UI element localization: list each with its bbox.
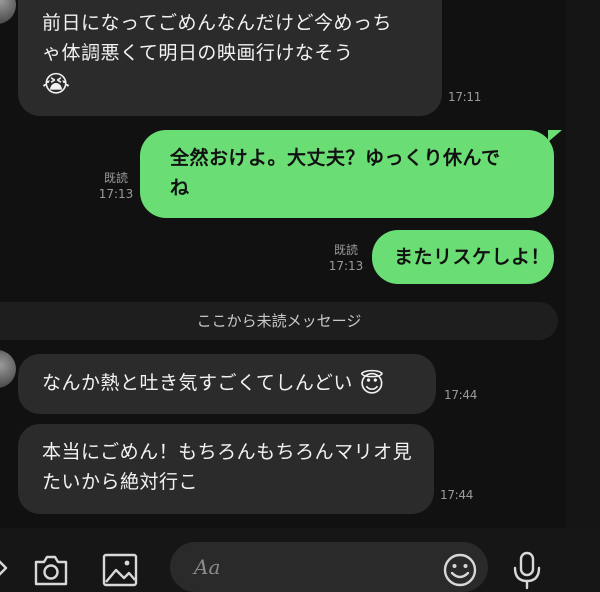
message-line: たいから絶対行こ bbox=[42, 471, 199, 493]
message-line: またリスケしよ！ bbox=[394, 246, 551, 268]
message-time: 17:44 bbox=[444, 388, 478, 402]
avatar[interactable] bbox=[0, 350, 16, 388]
message-bubble-received[interactable]: 前日になってごめんなんだけど今めっち ゃ体調悪くて明日の映画行けなそう 😭 bbox=[18, 0, 442, 116]
message-line: ゃ体調悪くて明日の映画行けなそう bbox=[42, 42, 354, 64]
image-icon[interactable] bbox=[100, 552, 140, 588]
smiling-face-with-halo-emoji: 😇 bbox=[359, 369, 385, 398]
bubble-tail bbox=[548, 130, 562, 142]
chat-screen: 前日になってごめんなんだけど今めっち ゃ体調悪くて明日の映画行けなそう 😭 17… bbox=[0, 0, 600, 592]
message-line: なんか熱と吐き気すごくてしんどい bbox=[42, 372, 353, 394]
message-time: 17:13 bbox=[98, 187, 134, 201]
emoji-icon[interactable] bbox=[442, 552, 478, 588]
unread-divider: ここから未読メッセージ bbox=[0, 302, 558, 340]
chevron-icon[interactable] bbox=[0, 554, 12, 582]
message-line: 前日になってごめんなんだけど今めっち bbox=[42, 12, 393, 34]
message-bubble-sent[interactable]: 全然おけよ。大丈夫？ゆっくり休んで ね bbox=[140, 130, 554, 218]
scroll-track bbox=[566, 0, 600, 528]
read-receipt: 既読 17:13 bbox=[326, 242, 366, 274]
message-time: 17:11 bbox=[448, 90, 482, 104]
avatar[interactable] bbox=[0, 0, 16, 24]
read-receipt: 既読 17:13 bbox=[96, 170, 136, 202]
message-input[interactable]: Aa bbox=[170, 542, 488, 592]
message-bubble-received[interactable]: なんか熱と吐き気すごくてしんどい 😇 bbox=[18, 354, 436, 414]
message-time: 17:44 bbox=[440, 488, 474, 502]
message-emoji-line: 😭 bbox=[42, 68, 422, 99]
camera-icon[interactable] bbox=[32, 552, 70, 588]
message-line: ね bbox=[170, 177, 190, 199]
loudly-crying-face-emoji: 😭 bbox=[42, 69, 71, 98]
message-bubble-sent[interactable]: またリスケしよ！ bbox=[372, 230, 554, 284]
message-time: 17:13 bbox=[328, 259, 364, 273]
read-label: 既読 bbox=[333, 243, 358, 257]
microphone-icon[interactable] bbox=[510, 550, 544, 590]
message-line: 全然おけよ。大丈夫？ゆっくり休んで bbox=[170, 147, 501, 169]
message-bubble-received[interactable]: 本当にごめん！もちろんもちろんマリオ見 たいから絶対行こ bbox=[18, 424, 434, 514]
message-line: 本当にごめん！もちろんもちろんマリオ見 bbox=[42, 441, 413, 463]
read-label: 既読 bbox=[103, 171, 128, 185]
